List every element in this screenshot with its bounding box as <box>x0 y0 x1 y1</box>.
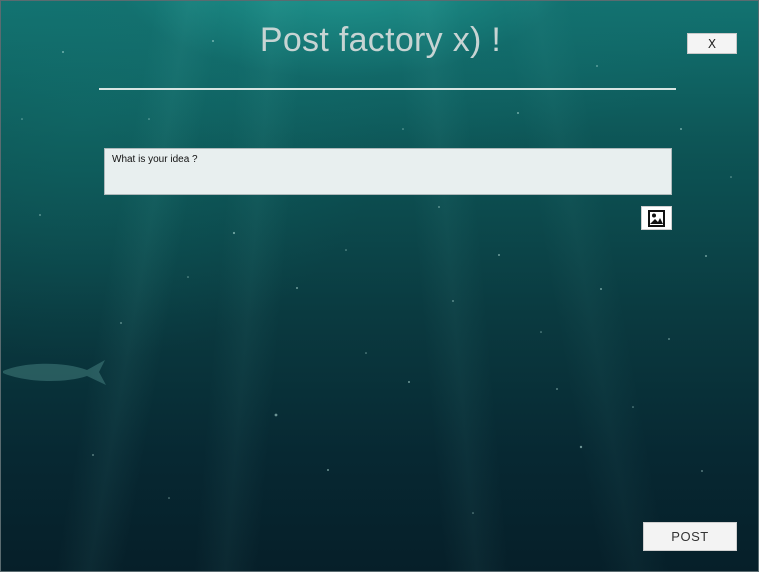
fish-silhouette <box>3 360 106 385</box>
particles-background <box>21 40 732 514</box>
post-factory-window: Post factory x) ! X POST <box>0 0 759 572</box>
title-divider <box>99 88 676 90</box>
idea-input[interactable] <box>104 148 672 195</box>
page-title: Post factory x) ! <box>259 21 502 59</box>
image-icon <box>648 209 665 227</box>
post-button[interactable]: POST <box>643 522 737 551</box>
attach-image-button[interactable] <box>641 206 672 230</box>
light-rays-background <box>1 1 758 571</box>
close-button[interactable]: X <box>687 33 737 54</box>
